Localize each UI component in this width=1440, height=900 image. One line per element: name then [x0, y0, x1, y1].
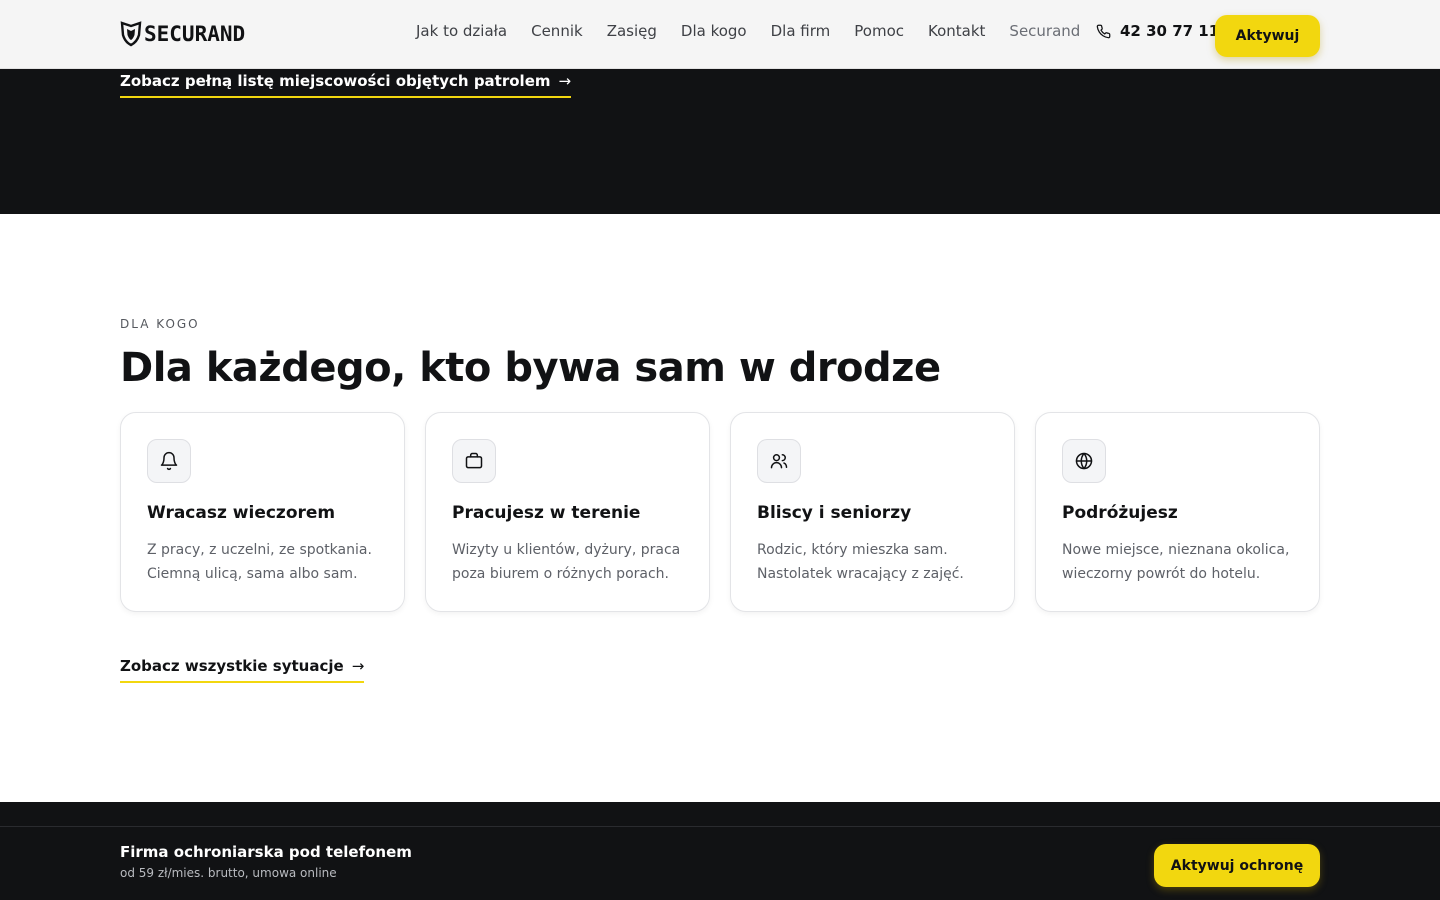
- section-eyebrow: DLA KOGO: [120, 317, 200, 331]
- card-title: Bliscy i seniorzy: [757, 503, 912, 523]
- phone-link[interactable]: 42 30 77 112: [1096, 22, 1230, 40]
- divider: [0, 826, 1440, 827]
- card-title: Podróżujesz: [1062, 503, 1178, 523]
- section-title: Dla każdego, kto bywa sam w drodze: [120, 345, 941, 391]
- nav-item-how-it-works[interactable]: Jak to działa: [416, 22, 507, 40]
- nav-item-help[interactable]: Pomoc: [854, 22, 904, 40]
- all-situations-link[interactable]: Zobacz wszystkie sytuacje →: [120, 657, 365, 683]
- phone-icon: [1096, 24, 1111, 38]
- card-text: Wizyty u klientów, dyżury, praca poza bi…: [452, 542, 681, 582]
- card-text: Nowe miejsce, nieznana okolica, wieczorn…: [1062, 542, 1290, 582]
- card-text: Z pracy, z uczelni, ze spotkania. Ciemną…: [147, 542, 372, 582]
- briefcase-icon: [452, 439, 496, 483]
- arrow-right-icon: →: [558, 72, 572, 90]
- nav-item-coverage[interactable]: Zasięg: [607, 22, 657, 40]
- phone-number: 42 30 77 112: [1120, 22, 1230, 40]
- card-family-seniors: Bliscy i seniorzy Rodzic, który mieszka …: [730, 412, 1015, 612]
- users-icon: [757, 439, 801, 483]
- nav-item-contact[interactable]: Kontakt: [928, 22, 985, 40]
- audience-cards: Wracasz wieczorem Z pracy, z uczelni, ze…: [120, 412, 1320, 612]
- card-text: Rodzic, który mieszka sam. Nastolatek wr…: [757, 542, 964, 582]
- nav-item-securand[interactable]: Securand: [1009, 22, 1080, 40]
- nav-item-for-whom[interactable]: Dla kogo: [681, 22, 747, 40]
- arrow-right-icon: →: [351, 657, 365, 675]
- card-field-work: Pracujesz w terenie Wizyty u klientów, d…: [425, 412, 710, 612]
- globe-icon: [1062, 439, 1106, 483]
- activate-button[interactable]: Aktywuj: [1215, 15, 1320, 57]
- card-travel: Podróżujesz Nowe miejsce, nieznana okoli…: [1035, 412, 1320, 612]
- card-evening: Wracasz wieczorem Z pracy, z uczelni, ze…: [120, 412, 405, 612]
- coverage-band: Zobacz pełną listę miejscowości objętych…: [0, 69, 1440, 214]
- coverage-list-link-label: Zobacz pełną listę miejscowości objętych…: [120, 72, 551, 90]
- all-situations-link-label: Zobacz wszystkie sytuacje: [120, 657, 344, 675]
- bar-subtitle: od 59 zł/mies. brutto, umowa online: [120, 866, 337, 880]
- main-nav: Jak to działa Cennik Zasięg Dla kogo Dla…: [416, 22, 1104, 40]
- card-title: Pracujesz w terenie: [452, 503, 641, 523]
- shield-logo-icon: [120, 21, 142, 47]
- nav-item-for-business[interactable]: Dla firm: [771, 22, 831, 40]
- bell-icon: [147, 439, 191, 483]
- sticky-cta-bar: Firma ochroniarska pod telefonem od 59 z…: [0, 802, 1440, 900]
- nav-item-pricing[interactable]: Cennik: [531, 22, 583, 40]
- activate-protection-button[interactable]: Aktywuj ochronę: [1154, 844, 1320, 887]
- logo-text: SECURAND: [144, 22, 246, 46]
- site-header: SECURAND Jak to działa Cennik Zasięg Dla…: [0, 0, 1440, 69]
- logo[interactable]: SECURAND: [120, 20, 245, 48]
- coverage-list-link[interactable]: Zobacz pełną listę miejscowości objętych…: [120, 72, 572, 98]
- card-title: Wracasz wieczorem: [147, 503, 336, 523]
- bar-title: Firma ochroniarska pod telefonem: [120, 843, 412, 861]
